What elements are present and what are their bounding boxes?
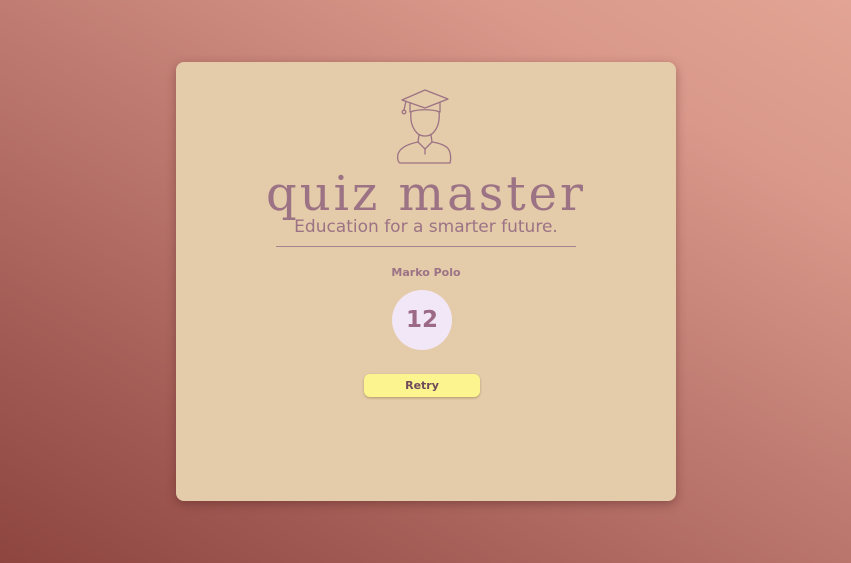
score-value: 12 [405, 307, 438, 333]
quiz-result-card: quiz master Education for a smarter futu… [176, 62, 676, 501]
title-divider [276, 246, 576, 247]
score-badge: 12 [392, 290, 452, 350]
retry-button[interactable]: Retry [364, 374, 480, 397]
graduate-icon [396, 89, 452, 164]
app-title: quiz master [266, 166, 586, 222]
player-name: Marko Polo [391, 266, 461, 279]
app-tagline: Education for a smarter future. [294, 217, 558, 237]
